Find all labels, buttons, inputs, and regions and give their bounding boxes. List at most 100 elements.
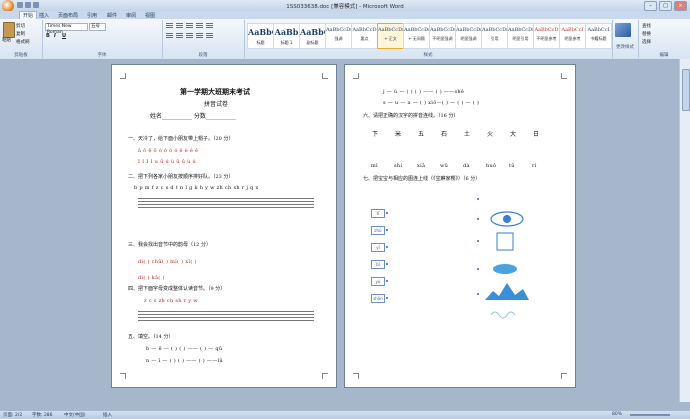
style-13[interactable]: AaBbCcI 书籍标题 bbox=[585, 23, 612, 49]
style-sample: AaBbC bbox=[248, 27, 273, 37]
paste-button[interactable]: 粘贴 bbox=[2, 37, 11, 43]
page-count[interactable]: 页面: 2/2 bbox=[3, 412, 22, 418]
align-center-icon[interactable] bbox=[176, 33, 183, 39]
style-7[interactable]: AaBbCcDı 不明显强调 bbox=[429, 23, 456, 49]
style-name: + 无间隔 bbox=[408, 36, 425, 41]
connector-dot bbox=[386, 263, 388, 265]
maximize-button[interactable]: □ bbox=[659, 1, 672, 11]
style-sample: AaBbCcDı bbox=[508, 27, 533, 33]
underline-button[interactable]: U bbox=[62, 33, 66, 39]
change-styles-button[interactable]: 更改样式 bbox=[612, 44, 638, 50]
style-0[interactable]: AaBbC 标题 bbox=[247, 23, 274, 49]
q4-row: z c s zh ch sh r y w bbox=[144, 298, 198, 304]
connector-dot bbox=[477, 268, 479, 270]
style-8[interactable]: AaBbCcDı 明显强调 bbox=[455, 23, 482, 49]
minimize-button[interactable]: – bbox=[644, 1, 657, 11]
insert-mode[interactable]: 插入 bbox=[103, 412, 112, 418]
writing-line bbox=[138, 207, 314, 208]
connector-dot bbox=[477, 240, 479, 242]
writing-line bbox=[138, 198, 314, 199]
style-5[interactable]: AaBbCcDı + 正文 bbox=[377, 23, 404, 49]
bold-button[interactable]: B bbox=[46, 33, 50, 39]
connector-dot bbox=[386, 297, 388, 299]
style-sample: AaBbCcDı bbox=[404, 27, 429, 33]
cut-button[interactable]: 剪切 bbox=[16, 23, 25, 29]
line-spacing-icon[interactable] bbox=[206, 33, 213, 39]
scrollbar-thumb[interactable] bbox=[682, 69, 690, 111]
increase-indent-icon[interactable] bbox=[206, 23, 213, 29]
window-title: 1SS033638.doc [兼容模式] - Microsoft Word bbox=[286, 4, 404, 10]
word-box: tī bbox=[371, 209, 385, 218]
document-page-2[interactable]: j — ú — ( ) ( ) —— ( ) ——shě s — u — a —… bbox=[344, 64, 576, 388]
hanzi-char: 米 bbox=[395, 131, 402, 138]
multilevel-list-icon[interactable] bbox=[186, 23, 193, 29]
pinyin-word: xiǎ bbox=[417, 163, 426, 169]
word-box: yī bbox=[371, 243, 385, 252]
style-2[interactable]: AaBbC 副标题 bbox=[299, 23, 326, 49]
style-name: 明显引用 bbox=[512, 36, 529, 41]
crop-mark bbox=[322, 373, 328, 379]
question-5: 五、填空。（14 分） bbox=[128, 334, 174, 340]
crop-mark bbox=[322, 73, 328, 79]
style-1[interactable]: AaBb 标题 1 bbox=[273, 23, 300, 49]
word-count[interactable]: 字数: 286 bbox=[32, 412, 53, 418]
editing-label: 编辑 bbox=[659, 53, 669, 58]
style-4[interactable]: AaBbCcD 要点 bbox=[351, 23, 378, 49]
zoom-level[interactable]: 80% bbox=[612, 412, 622, 417]
tab-page-layout[interactable]: 页面布局 bbox=[58, 12, 78, 19]
find-button[interactable]: 查找 bbox=[642, 23, 651, 29]
styles-label: 样式 bbox=[423, 53, 433, 58]
pinyin-word: rì bbox=[532, 163, 537, 169]
language[interactable]: 中文(中国) bbox=[64, 412, 86, 418]
align-left-icon[interactable] bbox=[166, 33, 173, 39]
tab-view[interactable]: 视图 bbox=[145, 12, 155, 19]
connector-dot bbox=[477, 218, 479, 220]
fish-picture bbox=[493, 264, 517, 274]
style-6[interactable]: AaBbCcDı + 无间隔 bbox=[403, 23, 430, 49]
style-name: 标题 1 bbox=[280, 40, 293, 45]
font-name-select[interactable]: Times New Roman bbox=[45, 23, 88, 35]
italic-button[interactable]: I bbox=[54, 33, 56, 39]
tab-review[interactable]: 审阅 bbox=[126, 12, 136, 19]
font-size-select[interactable]: 五号 bbox=[89, 23, 106, 31]
format-painter-button[interactable]: 格式刷 bbox=[16, 39, 30, 45]
mountain-picture bbox=[485, 283, 529, 300]
close-button[interactable]: × bbox=[674, 1, 687, 11]
align-right-icon[interactable] bbox=[186, 33, 193, 39]
paragraph-group: 段落 bbox=[162, 20, 245, 58]
bullets-icon[interactable] bbox=[166, 23, 173, 29]
style-10[interactable]: AaBbCcDı 明显引用 bbox=[507, 23, 534, 49]
tab-mailings[interactable]: 邮件 bbox=[107, 12, 117, 19]
style-12[interactable]: AaBbCcI 明显参考 bbox=[559, 23, 586, 49]
connector-dot bbox=[386, 229, 388, 231]
style-name: 副标题 bbox=[306, 40, 319, 45]
document-page-1[interactable]: 第一学期大班期末考试 拼音试卷 姓名__________ 分数_________… bbox=[111, 64, 337, 388]
style-name: + 正文 bbox=[384, 36, 397, 41]
numbering-icon[interactable] bbox=[176, 23, 183, 29]
select-button[interactable]: 选择 bbox=[642, 39, 651, 45]
question-3: 三、我会找出音节中的韵母（12 分） bbox=[128, 242, 211, 248]
style-sample: AaBbCcDı bbox=[482, 27, 507, 33]
style-11[interactable]: AaBbCcD 不明显参考 bbox=[533, 23, 560, 49]
style-3[interactable]: AaBbCcDı 强调 bbox=[325, 23, 352, 49]
justify-icon[interactable] bbox=[196, 33, 203, 39]
window-controls: – □ × bbox=[644, 1, 687, 11]
paste-icon[interactable] bbox=[3, 22, 15, 38]
zoom-slider[interactable] bbox=[630, 414, 670, 416]
replace-button[interactable]: 替换 bbox=[642, 31, 651, 37]
align-icons bbox=[166, 33, 213, 39]
tab-insert[interactable]: 插入 bbox=[39, 12, 49, 19]
question-1: 一、天冷了，给下面小朋友带上帽子。（20 分） bbox=[128, 136, 234, 142]
style-name: 标题 bbox=[256, 40, 265, 45]
tab-references[interactable]: 引用 bbox=[87, 12, 97, 19]
tab-home[interactable]: 开始 bbox=[19, 11, 38, 19]
writing-line bbox=[138, 317, 314, 318]
style-name: 书籍标题 bbox=[590, 36, 607, 41]
decrease-indent-icon[interactable] bbox=[196, 23, 203, 29]
style-9[interactable]: AaBbCcDı 引用 bbox=[481, 23, 508, 49]
copy-button[interactable]: 复制 bbox=[16, 31, 25, 37]
crop-mark bbox=[353, 73, 359, 79]
change-styles-icon[interactable] bbox=[615, 23, 631, 37]
vertical-scrollbar[interactable] bbox=[679, 59, 690, 402]
connector-dot bbox=[386, 246, 388, 248]
